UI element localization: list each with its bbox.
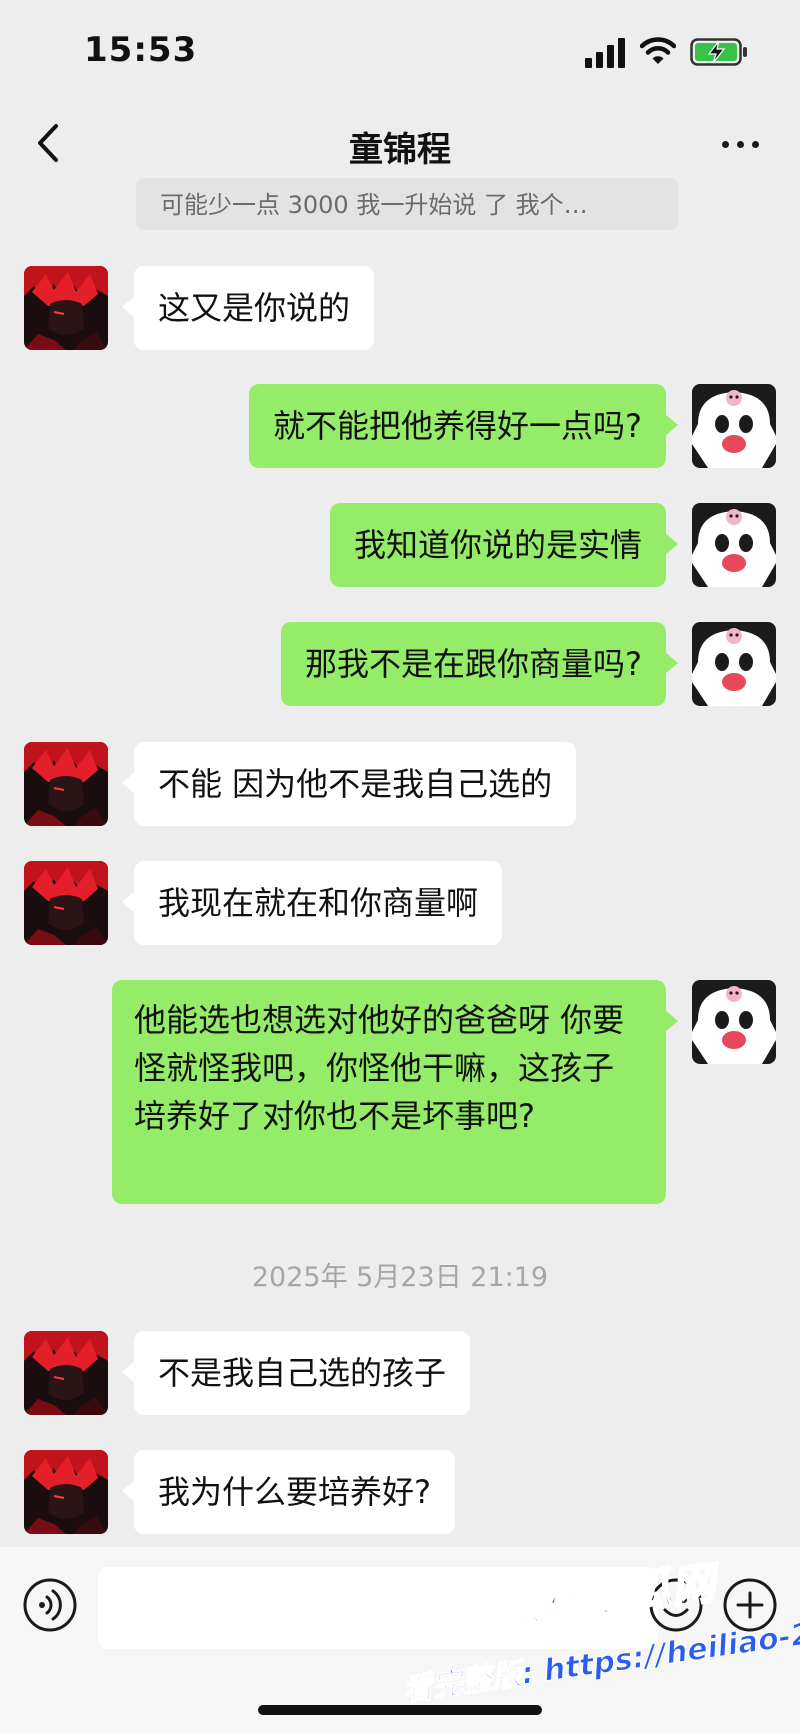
incoming-bubble[interactable]: 不是我自己选的孩子 — [121, 1331, 471, 1415]
contact-avatar[interactable] — [24, 1450, 108, 1534]
home-indicator — [258, 1705, 542, 1715]
incoming-bubble[interactable]: 这又是你说的 — [121, 266, 375, 350]
more-dots-icon[interactable] — [716, 124, 766, 164]
status-time: 15:53 — [84, 30, 198, 70]
outgoing-bubble[interactable]: 那我不是在跟你商量吗? — [281, 622, 678, 706]
outgoing-bubble[interactable]: 我知道你说的是实情 — [329, 503, 679, 587]
signal-icon — [585, 38, 625, 68]
incoming-bubble[interactable]: 我现在就在和你商量啊 — [121, 861, 503, 945]
my-avatar[interactable] — [692, 622, 776, 706]
wifi-icon — [640, 37, 676, 64]
contact-avatar[interactable] — [24, 266, 108, 350]
nav-bar: 童锦程 — [0, 100, 800, 190]
battery-charging-icon — [690, 38, 747, 66]
contact-avatar[interactable] — [24, 861, 108, 945]
quoted-message-preview[interactable]: 可能少一点 3000 我一升始说 了 我个… — [136, 178, 678, 230]
my-avatar[interactable] — [692, 384, 776, 468]
status-bar: 15:53 — [0, 0, 800, 100]
my-avatar[interactable] — [692, 503, 776, 587]
incoming-bubble[interactable]: 不能 因为他不是我自己选的 — [121, 742, 577, 826]
voice-icon[interactable] — [22, 1577, 78, 1633]
contact-avatar[interactable] — [24, 1331, 108, 1415]
contact-avatar[interactable] — [24, 742, 108, 826]
chat-title: 童锦程 — [349, 130, 451, 170]
outgoing-bubble[interactable]: 就不能把他养得好一点吗? — [249, 384, 678, 468]
incoming-bubble[interactable]: 我为什么要培养好? — [122, 1450, 455, 1534]
my-avatar[interactable] — [692, 980, 776, 1064]
chat-timestamp: 2025年 5月23日 21:19 — [251, 1262, 549, 1293]
outgoing-bubble[interactable]: 他能选也想选对他好的爸爸呀 你要怪就怪我吧，你怪他干嘛，这孩子培养好了对你也不是… — [112, 980, 678, 1204]
